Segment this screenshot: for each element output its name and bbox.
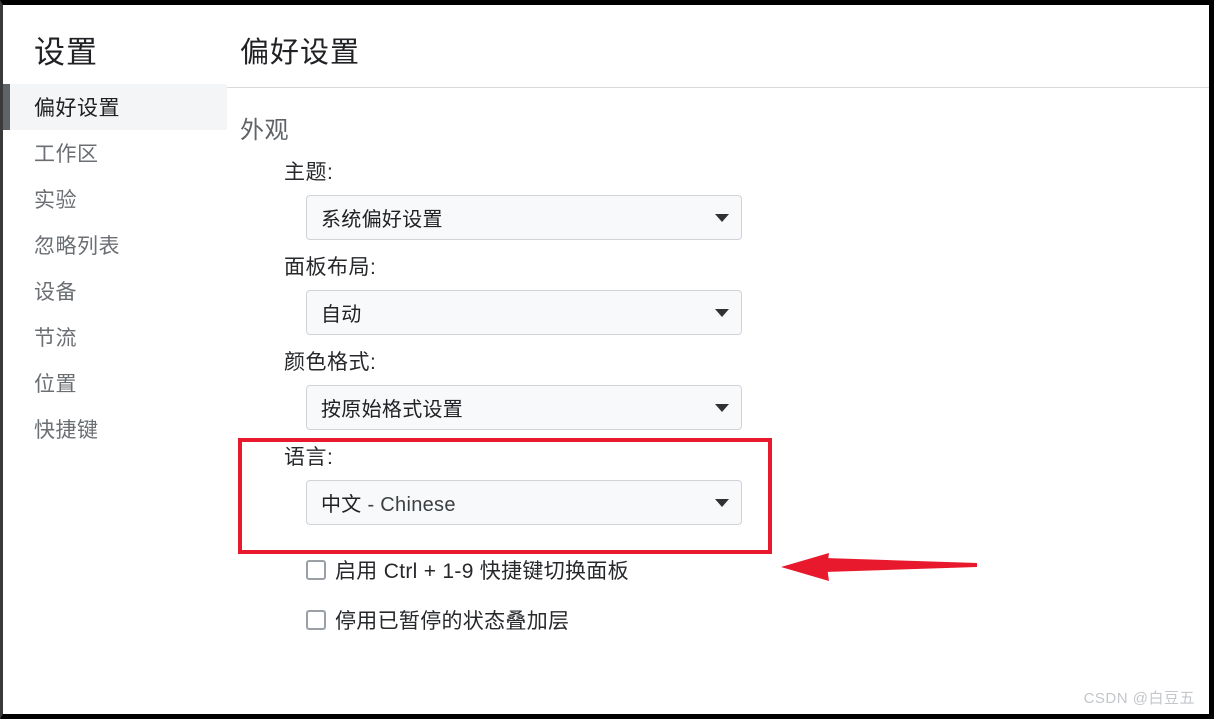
checkbox-row-disable-paused-overlay[interactable]: 停用已暂停的状态叠加层	[306, 605, 1209, 635]
language-value-cjk: 中文	[321, 494, 362, 516]
language-select[interactable]: 中文 - Chinese	[306, 480, 742, 525]
sidebar-title: 设置	[34, 35, 98, 70]
sidebar-item-label: 工作区	[34, 143, 99, 166]
field-theme: 主题: 系统偏好设置	[284, 159, 1209, 240]
sidebar-item-preferences[interactable]: 偏好设置	[3, 84, 227, 130]
panel-layout-label: 面板布局:	[284, 256, 377, 279]
sidebar-item-workspace[interactable]: 工作区	[3, 130, 227, 176]
theme-select[interactable]: 系统偏好设置	[306, 195, 742, 240]
checkbox-disable-paused-overlay[interactable]	[306, 610, 326, 630]
watermark: CSDN @白豆五	[1083, 690, 1195, 707]
sidebar-item-label: 忽略列表	[34, 235, 120, 258]
checkbox-label: 启用 Ctrl + 1-9 快捷键切换面板	[335, 560, 629, 583]
settings-sidebar: 设置 偏好设置 工作区 实验 忽略列表 设备 节流 位置 快捷键	[3, 5, 227, 714]
sidebar-item-label: 偏好设置	[34, 97, 120, 120]
sidebar-item-throttling[interactable]: 节流	[3, 314, 227, 360]
panel-layout-select[interactable]: 自动	[306, 290, 742, 335]
devtools-settings-window: 设置 偏好设置 工作区 实验 忽略列表 设备 节流 位置 快捷键 偏好设置 外观…	[0, 0, 1214, 719]
field-color-format: 颜色格式: 按原始格式设置	[284, 349, 1209, 430]
color-format-select-value: 按原始格式设置	[321, 399, 464, 421]
sidebar-item-ignore-list[interactable]: 忽略列表	[3, 222, 227, 268]
color-format-label: 颜色格式:	[284, 351, 377, 374]
section-title-appearance: 外观	[240, 117, 289, 144]
sidebar-item-experiments[interactable]: 实验	[3, 176, 227, 222]
sidebar-item-list: 偏好设置 工作区 实验 忽略列表 设备 节流 位置 快捷键	[3, 84, 227, 452]
page-title: 偏好设置	[240, 37, 361, 69]
title-divider	[227, 87, 1209, 88]
chevron-down-icon	[715, 498, 729, 507]
chevron-down-icon	[715, 308, 729, 317]
settings-fields: 主题: 系统偏好设置 面板布局: 自动 颜色格式: 按原始格式设置 语言: 中文…	[238, 145, 1209, 554]
sidebar-item-label: 实验	[34, 189, 77, 212]
checkbox-row-ctrl-shortcuts[interactable]: 启用 Ctrl + 1-9 快捷键切换面板	[306, 555, 1209, 585]
sidebar-item-label: 快捷键	[34, 419, 99, 442]
chevron-down-icon	[715, 213, 729, 222]
panel-layout-select-value: 自动	[321, 304, 362, 326]
checkbox-label: 停用已暂停的状态叠加层	[335, 610, 570, 633]
checkbox-ctrl-shortcuts[interactable]	[306, 560, 326, 580]
sidebar-item-locations[interactable]: 位置	[3, 360, 227, 406]
chevron-down-icon	[715, 403, 729, 412]
language-select-value: 中文 - Chinese	[321, 488, 707, 517]
sidebar-item-shortcuts[interactable]: 快捷键	[3, 406, 227, 452]
sidebar-item-devices[interactable]: 设备	[3, 268, 227, 314]
theme-label: 主题:	[284, 161, 334, 184]
settings-checkboxes: 启用 Ctrl + 1-9 快捷键切换面板 停用已暂停的状态叠加层	[240, 539, 1209, 635]
settings-content: 偏好设置 外观 主题: 系统偏好设置 面板布局: 自动 颜色格式: 按原始格式设…	[227, 5, 1209, 714]
language-value-latin: - Chinese	[361, 494, 456, 516]
language-label: 语言:	[284, 446, 334, 469]
sidebar-item-label: 节流	[34, 327, 77, 350]
sidebar-item-label: 位置	[34, 373, 77, 396]
window-inner: 设置 偏好设置 工作区 实验 忽略列表 设备 节流 位置 快捷键 偏好设置 外观…	[3, 5, 1209, 714]
color-format-select[interactable]: 按原始格式设置	[306, 385, 742, 430]
theme-select-value: 系统偏好设置	[321, 209, 443, 231]
field-language: 语言: 中文 - Chinese	[238, 438, 1209, 554]
sidebar-item-label: 设备	[34, 281, 77, 304]
field-panel-layout: 面板布局: 自动	[284, 254, 1209, 335]
